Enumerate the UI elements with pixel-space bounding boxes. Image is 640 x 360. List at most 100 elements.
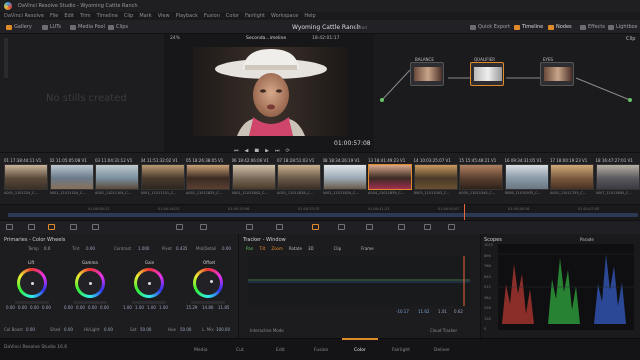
color-wheels-icon[interactable] xyxy=(48,224,55,230)
scope-mode-dropdown[interactable]: Parade xyxy=(580,237,594,242)
gain-value-r[interactable]: 1.00 xyxy=(135,305,144,310)
clip-thumbnail[interactable]: 08 18:34:26:19 V1 A001_11011834_C... xyxy=(322,158,367,200)
menu-item[interactable]: Fairlight xyxy=(245,13,265,19)
shad-value[interactable]: 0.00 xyxy=(64,327,73,332)
hue-value[interactable]: 50.00 xyxy=(180,327,191,332)
key-icon[interactable] xyxy=(398,224,405,230)
window-icon[interactable] xyxy=(276,224,283,230)
lift-value-y[interactable]: 0.00 xyxy=(6,305,15,310)
menu-item[interactable]: Trim xyxy=(80,13,91,19)
tracker-rotate-option[interactable]: Rotate xyxy=(289,246,302,251)
menu-item[interactable]: Help xyxy=(304,13,315,19)
middetail-value[interactable]: 0.00 xyxy=(222,246,231,251)
offset-master-slider[interactable] xyxy=(191,301,225,304)
page-tab-edit[interactable]: Edit xyxy=(276,348,285,353)
offset-value-r[interactable]: 15.29 xyxy=(186,305,197,310)
tracker-zoom-option[interactable]: Zoom xyxy=(271,246,283,251)
colboost-value[interactable]: 0.00 xyxy=(26,327,35,332)
interactive-mode-checkbox[interactable]: Interactive Mode xyxy=(250,328,284,333)
offset-wheel[interactable] xyxy=(193,268,223,298)
clip-thumbnail[interactable]: 16 09:34:31:05 V1 B008_11010933_C... xyxy=(504,158,549,200)
gain-value-g[interactable]: 1.00 xyxy=(147,305,156,310)
page-tab-fairlight[interactable]: Fairlight xyxy=(392,348,410,353)
effects-button[interactable]: Effects xyxy=(580,24,605,30)
clip-thumbnail[interactable]: 01 17:38:44:11 V1 A001_1101154_C... xyxy=(4,158,48,200)
magic-mask-icon[interactable] xyxy=(338,224,345,230)
gain-master-slider[interactable] xyxy=(132,301,166,304)
clip-thumbnail[interactable]: 15 15:45:48:21 V1 A005_11011545_C... xyxy=(459,158,503,200)
timeline-button[interactable]: Timeline xyxy=(514,24,543,30)
menu-item[interactable]: File xyxy=(50,13,58,19)
hilight-value[interactable]: 0.00 xyxy=(104,327,113,332)
offset-wheel-handle[interactable] xyxy=(210,280,213,283)
rgb-mixer-icon[interactable] xyxy=(70,224,77,230)
color-warper-icon[interactable] xyxy=(200,224,207,230)
lightbox-button[interactable]: Lightbox xyxy=(608,24,638,30)
clip-thumbnail[interactable]: 18 16:47:27:01 V1 A007_11011645_C... xyxy=(595,158,640,200)
viewer-video-frame[interactable] xyxy=(193,47,348,136)
clip-thumbnail[interactable]: 14 10:03:25:07 V1 B003_11011003_C... xyxy=(413,158,458,200)
clip-thumbnail[interactable]: 13 18:41:49:23 V1 A004_11011839_C... xyxy=(368,158,412,200)
gamma-master-slider[interactable] xyxy=(73,301,107,304)
gamma-value-g[interactable]: 0.00 xyxy=(88,305,97,310)
timeline-track[interactable] xyxy=(8,213,638,217)
clip-thumbnail[interactable]: 03 11:04:31:12 V1 A001_11011104_C... xyxy=(95,158,139,200)
clip-thumbnail[interactable]: 06 18:42:06:06 V1 A001_11011842_C... xyxy=(231,158,276,200)
page-tab-cut[interactable]: Cut xyxy=(236,348,244,353)
page-tab-fusion[interactable]: Fusion xyxy=(314,348,328,353)
tracker-frame-tab[interactable]: Frame xyxy=(361,246,373,251)
menu-item[interactable]: DaVinci Resolve xyxy=(4,13,44,19)
timeline-selector[interactable]: Seconda...imeline xyxy=(246,36,286,41)
camera-raw-icon[interactable] xyxy=(6,224,13,230)
menu-item[interactable]: Fusion xyxy=(204,13,220,19)
sat-value[interactable]: 50.00 xyxy=(140,327,151,332)
menu-item[interactable]: Color xyxy=(226,13,239,19)
tracker-icon[interactable] xyxy=(312,224,319,230)
clip-thumbnail[interactable]: 04 11:51:32:02 V1 A001_11011151_C... xyxy=(140,158,185,200)
nodes-button[interactable]: Nodes xyxy=(548,24,572,30)
color-match-icon[interactable] xyxy=(28,224,35,230)
node-eyes[interactable] xyxy=(540,62,574,86)
lift-value-b[interactable]: 0.00 xyxy=(42,305,51,310)
gain-wheel-handle[interactable] xyxy=(148,282,151,285)
menu-item[interactable]: Playback xyxy=(176,13,198,19)
clips-button[interactable]: Clips xyxy=(108,24,128,30)
menu-item[interactable]: Clip xyxy=(124,13,133,19)
lift-value-g[interactable]: 0.00 xyxy=(30,305,39,310)
gain-value-y[interactable]: 1.00 xyxy=(123,305,132,310)
gamma-wheel-handle[interactable] xyxy=(89,282,92,285)
node-balance[interactable] xyxy=(410,62,444,86)
gain-value-b[interactable]: 1.00 xyxy=(159,305,168,310)
quick-export-button[interactable]: Quick Export xyxy=(470,24,510,30)
tracker-graph[interactable] xyxy=(248,256,470,306)
offset-value-b[interactable]: 11.85 xyxy=(218,305,229,310)
menu-item[interactable]: Edit xyxy=(64,13,74,19)
lift-master-slider[interactable] xyxy=(15,301,49,304)
curves-icon[interactable] xyxy=(176,224,183,230)
clip-thumbnail[interactable]: 17 18:00:19:23 V1 A001_11011755_C... xyxy=(550,158,594,200)
menu-item[interactable]: Timeline xyxy=(97,13,118,19)
contrast-value[interactable]: 1.000 xyxy=(138,246,149,251)
tracker-3d-option[interactable]: 3D xyxy=(308,246,314,251)
gamma-value-y[interactable]: 0.00 xyxy=(64,305,73,310)
menu-item[interactable]: Workspace xyxy=(271,13,298,19)
luts-button[interactable]: LUTs xyxy=(42,24,61,30)
clip-thumbnail[interactable]: 07 18:28:51:03 V1 A001_11011828_C... xyxy=(277,158,321,200)
qualifier-icon[interactable] xyxy=(246,224,253,230)
clip-thumbnail[interactable]: 05 18:26:38:05 V1 A001_11011825_C... xyxy=(186,158,230,200)
node-qualifier[interactable] xyxy=(470,62,504,86)
gamma-value-b[interactable]: 0.00 xyxy=(100,305,109,310)
tracker-tilt-option[interactable]: Tilt xyxy=(259,246,265,251)
page-tab-media[interactable]: Media xyxy=(194,348,208,353)
motion-effects-icon[interactable] xyxy=(92,224,99,230)
tracker-clip-tab[interactable]: Clip xyxy=(334,246,342,251)
lift-value-r[interactable]: 0.00 xyxy=(18,305,27,310)
menu-item[interactable]: Mark xyxy=(139,13,151,19)
menu-item[interactable]: View xyxy=(158,13,170,19)
lmix-value[interactable]: 100.00 xyxy=(216,327,230,332)
page-tab-color[interactable]: Color xyxy=(354,348,366,353)
lift-wheel-handle[interactable] xyxy=(31,282,34,285)
media-pool-button[interactable]: Media Pool xyxy=(70,24,105,30)
offset-value-g[interactable]: 14.80 xyxy=(202,305,213,310)
timeline-playhead[interactable] xyxy=(464,204,465,220)
